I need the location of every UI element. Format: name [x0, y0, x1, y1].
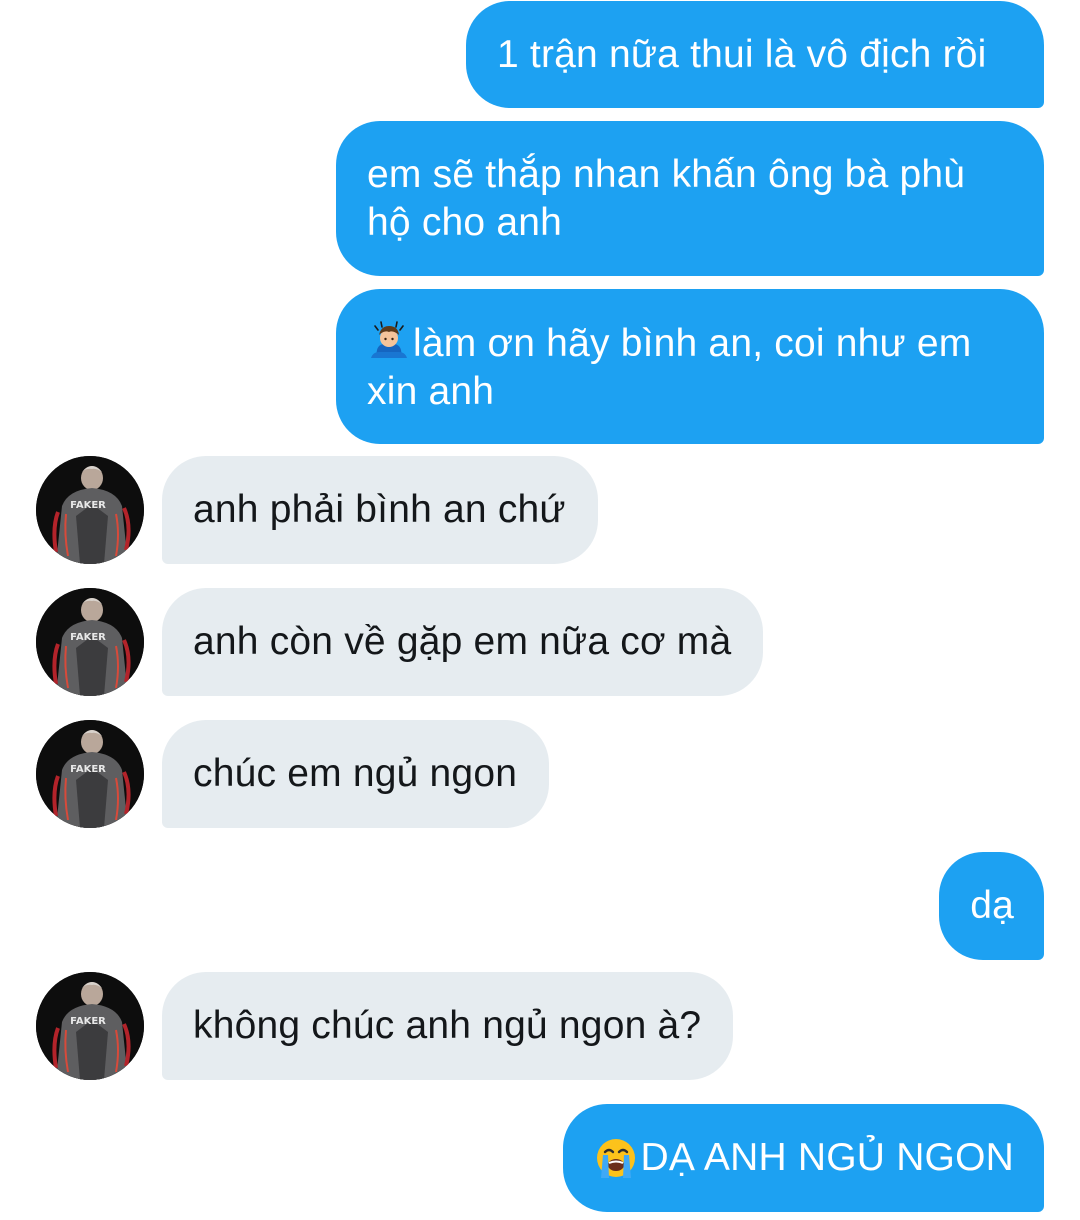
outgoing-message-bubble[interactable]: làm ơn hãy bình an, coi như em xin anh	[336, 289, 1044, 444]
message-content: làm ơn hãy bình an, coi như em xin anh	[367, 318, 1007, 416]
incoming-message-bubble[interactable]: anh còn về gặp em nữa cơ mà	[162, 588, 764, 696]
message-text: 1 trận nữa thui là vô địch rồi	[497, 32, 987, 76]
message-thread: 1 trận nữa thui là vô địch rồi em sẽ thắ…	[0, 0, 1080, 1220]
svg-text:FAKER: FAKER	[70, 1016, 106, 1027]
avatar[interactable]: FAKER	[36, 456, 144, 564]
avatar[interactable]: FAKER	[36, 720, 144, 828]
incoming-message-bubble[interactable]: chúc em ngủ ngon	[162, 720, 550, 828]
message-text: không chúc anh ngủ ngon à?	[193, 1004, 702, 1047]
message-text: anh còn về gặp em nữa cơ mà	[193, 620, 732, 663]
message-text: em sẽ thắp nhan khấn ông bà phù hộ cho a…	[367, 152, 966, 244]
avatar[interactable]: FAKER	[36, 972, 144, 1080]
message-text: anh phải bình an chứ	[193, 488, 566, 531]
svg-text:FAKER: FAKER	[70, 500, 106, 511]
outgoing-message-bubble[interactable]: dạ	[939, 852, 1044, 960]
person-bowing-emoji-icon	[367, 318, 411, 362]
svg-text:FAKER: FAKER	[70, 632, 106, 643]
outgoing-message-bubble[interactable]: em sẽ thắp nhan khấn ông bà phù hộ cho a…	[336, 121, 1044, 276]
message-text: dạ	[970, 884, 1014, 927]
incoming-message-bubble[interactable]: không chúc anh ngủ ngon à?	[162, 972, 734, 1080]
incoming-message-bubble[interactable]: anh phải bình an chứ	[162, 456, 598, 564]
svg-text:FAKER: FAKER	[70, 764, 106, 775]
outgoing-message-bubble[interactable]: 1 trận nữa thui là vô địch rồi	[466, 1, 1044, 108]
loudly-crying-face-emoji-icon	[594, 1136, 638, 1180]
message-text: làm ơn hãy bình an, coi như em xin anh	[367, 321, 972, 413]
avatar[interactable]: FAKER	[36, 588, 144, 696]
outgoing-message-bubble[interactable]: DẠ ANH NGỦ NGON	[563, 1104, 1044, 1212]
message-text: chúc em ngủ ngon	[193, 752, 518, 795]
message-text: DẠ ANH NGỦ NGON	[640, 1136, 1014, 1179]
